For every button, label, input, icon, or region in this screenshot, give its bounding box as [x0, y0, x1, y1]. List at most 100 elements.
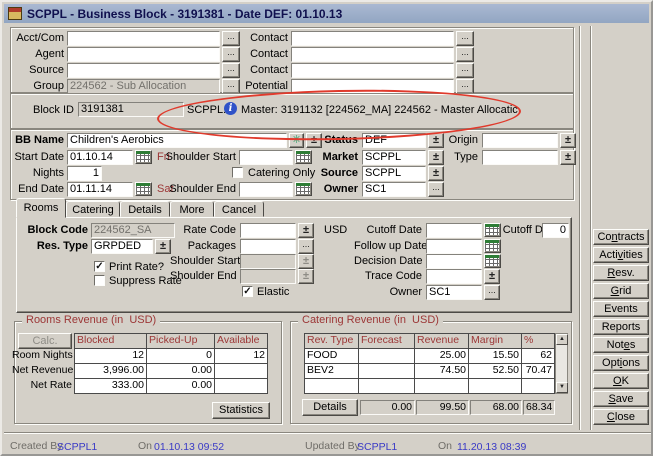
end-date-calendar-icon[interactable]	[135, 182, 152, 196]
grid-button[interactable]: Grid	[593, 283, 649, 299]
catering-row-rev-type[interactable]: BEV2	[304, 363, 359, 379]
catering-row-revenue[interactable]: 25.00	[414, 348, 469, 364]
start-date-calendar-icon[interactable]	[135, 150, 152, 164]
statistics-button[interactable]: Statistics	[212, 402, 270, 419]
catering-total-pct: 68.34	[523, 400, 555, 415]
tab-details[interactable]: Details	[120, 201, 170, 217]
nights-field[interactable]: 1	[67, 166, 102, 181]
options-button[interactable]: Options	[593, 355, 649, 371]
contact2-lookup-button[interactable]: ...	[456, 47, 474, 62]
catering-row-pct[interactable]	[521, 378, 555, 394]
catering-row-pct[interactable]: 62	[521, 348, 555, 364]
contact3-lookup-button[interactable]: ...	[456, 63, 474, 78]
packages-field[interactable]	[240, 239, 296, 254]
catering-row-forecast[interactable]	[358, 348, 415, 364]
calc-button: Calc.	[18, 333, 72, 349]
net-revenue-blocked: 3,996.00	[74, 363, 147, 379]
catering-row-margin[interactable]: 52.50	[468, 363, 522, 379]
market-field[interactable]: SCPPL	[362, 150, 426, 165]
tab-catering[interactable]: Catering	[66, 201, 120, 217]
scroll-down-icon[interactable]: ▼	[556, 382, 568, 393]
title-bar[interactable]: SCPPL - Business Block - 3191381 - Date …	[4, 4, 649, 23]
end-date-field[interactable]: 01.11.14	[67, 182, 133, 197]
rate-code-lov-button[interactable]: ±	[298, 223, 314, 238]
potential-field[interactable]	[291, 79, 454, 94]
block-id-label: Block ID	[20, 103, 74, 118]
contracts-button[interactable]: Contracts	[593, 229, 649, 245]
catering-row-revenue[interactable]	[414, 378, 469, 394]
rooms-owner-lookup-button[interactable]: ...	[484, 285, 500, 300]
source-field[interactable]	[67, 63, 220, 78]
col-rev-type: Rev. Type	[304, 333, 359, 349]
contact2-field[interactable]	[291, 47, 454, 62]
catering-scrollbar[interactable]: ▲ ▼	[555, 333, 568, 394]
resv-button[interactable]: Resv.	[593, 265, 649, 281]
elastic-checkbox[interactable]: ✓	[242, 286, 253, 297]
shoulder-end-field[interactable]	[239, 182, 293, 197]
rate-code-field[interactable]	[240, 223, 296, 238]
decision-date-calendar-icon[interactable]	[484, 254, 501, 268]
packages-lookup-button[interactable]: ...	[298, 239, 314, 254]
res-type-field[interactable]: GRPDED	[91, 239, 153, 254]
agent-lookup-button[interactable]: ...	[222, 47, 240, 62]
tab-more[interactable]: More	[170, 201, 214, 217]
bb-name-field[interactable]: Children's Aerobics	[67, 133, 287, 148]
reports-button[interactable]: Reports	[593, 319, 649, 335]
catering-row-forecast[interactable]	[358, 378, 415, 394]
trace-code-lov-button[interactable]: ±	[484, 269, 500, 284]
type-lov-button[interactable]: ±	[560, 150, 576, 165]
follow-up-date-field[interactable]	[426, 239, 482, 254]
contact1-field[interactable]	[291, 31, 454, 46]
owner-field[interactable]: SC1	[362, 182, 426, 197]
decision-date-field[interactable]	[426, 254, 482, 269]
catering-row-margin[interactable]: 15.50	[468, 348, 522, 364]
scroll-up-icon[interactable]: ▲	[556, 334, 568, 345]
cutoff-days-field[interactable]: 0	[542, 223, 569, 238]
catering-row-forecast[interactable]	[358, 363, 415, 379]
origin-field[interactable]	[482, 133, 558, 148]
agent-field[interactable]	[67, 47, 220, 62]
rooms-owner-field[interactable]: SC1	[426, 285, 482, 300]
res-type-lov-button[interactable]: ±	[155, 239, 171, 254]
notes-button[interactable]: Notes	[593, 337, 649, 353]
events-button[interactable]: Events	[593, 301, 649, 317]
trace-code-field[interactable]	[426, 269, 482, 284]
catering-row-rev-type[interactable]: FOOD	[304, 348, 359, 364]
save-button[interactable]: Save	[593, 391, 649, 407]
catering-row-revenue[interactable]: 74.50	[414, 363, 469, 379]
catering-only-checkbox[interactable]: ✓	[232, 167, 243, 178]
status-field[interactable]: DEF	[362, 133, 426, 148]
origin-lov-button[interactable]: ±	[560, 133, 576, 148]
bb-source-field[interactable]: SCPPL	[362, 166, 426, 181]
catering-row-margin[interactable]	[468, 378, 522, 394]
print-rate-checkbox[interactable]: ✓	[94, 261, 105, 272]
bb-source-lov-button[interactable]: ±	[428, 166, 444, 181]
ok-button[interactable]: OK	[593, 373, 649, 389]
owner-lookup-button[interactable]: ...	[428, 182, 444, 197]
shoulder-start-field[interactable]	[239, 150, 293, 165]
acct-com-field[interactable]	[67, 31, 220, 46]
catering-row-pct[interactable]: 70.47	[521, 363, 555, 379]
details-button[interactable]: Details	[302, 399, 358, 416]
type-field[interactable]	[482, 150, 558, 165]
close-button[interactable]: Close	[593, 409, 649, 425]
tab-rooms[interactable]: Rooms	[16, 198, 66, 218]
potential-lookup-button[interactable]: ...	[456, 79, 474, 94]
group-lookup-button[interactable]: ...	[222, 79, 240, 94]
contact3-field[interactable]	[291, 63, 454, 78]
info-icon[interactable]: i	[224, 102, 237, 115]
start-date-field[interactable]: 01.10.14	[67, 150, 133, 165]
tab-cancel[interactable]: Cancel	[214, 201, 264, 217]
contact1-lookup-button[interactable]: ...	[456, 31, 474, 46]
acct-com-lookup-button[interactable]: ...	[222, 31, 240, 46]
suppress-rate-checkbox[interactable]: ✓	[94, 275, 105, 286]
created-by-value: SCPPL1	[57, 440, 117, 455]
created-on-value: 01.10.13 09:52	[154, 440, 244, 455]
activities-button[interactable]: Activities	[593, 247, 649, 263]
cutoff-date-calendar-icon[interactable]	[484, 223, 501, 237]
follow-up-date-calendar-icon[interactable]	[484, 239, 501, 253]
cutoff-date-field[interactable]	[426, 223, 482, 238]
source-lookup-button[interactable]: ...	[222, 63, 240, 78]
updated-on-label: On	[438, 439, 458, 454]
catering-row-rev-type[interactable]	[304, 378, 359, 394]
